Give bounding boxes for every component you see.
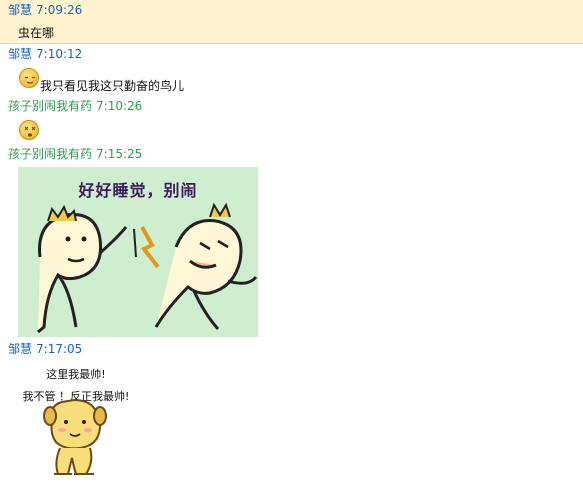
meme-image-handsome[interactable]: 这里我最帅! 我不管 ！反正我最帅! [14,362,138,494]
sender-name[interactable]: 邹慧 [8,342,32,356]
highlighted-message-background [0,0,583,44]
dog-drawing [43,398,107,475]
relieved-face-emoji [19,68,39,88]
message-text: 我只看见我这只勤奋的鸟儿 [40,79,185,93]
message-header: 邹慧 7:10:12 [8,47,82,61]
meme-image-sleep[interactable]: 好好睡觉，别闹 [18,167,258,337]
chat-history: 邹慧 7:09:26 虫在哪 邹慧 7:10:12 我只看见我这只勤奋的鸟儿 孩子别… [0,0,583,496]
message-text: 虫在哪 [18,26,55,40]
dizzy-face-emoji [19,120,39,140]
message-time: 7:17:05 [36,342,83,356]
meme-caption: 好好睡觉，别闹 [78,181,198,200]
message-time: 7:09:26 [36,3,83,17]
message-header: 孩子别闹我有药 7:10:26 [8,99,142,113]
sender-name[interactable]: 孩子别闹我有药 [8,147,92,161]
message-header: 邹慧 7:09:26 [8,3,82,17]
sender-name[interactable]: 邹慧 [8,3,32,17]
message-header: 孩子别闹我有药 7:15:25 [8,147,142,161]
message-time: 7:10:12 [36,47,83,61]
sender-name[interactable]: 孩子别闹我有药 [8,99,92,113]
message-time: 7:10:26 [96,99,143,113]
message-time: 7:15:25 [96,147,143,161]
sender-name[interactable]: 邹慧 [8,47,32,61]
message-header: 邹慧 7:17:05 [8,342,82,356]
